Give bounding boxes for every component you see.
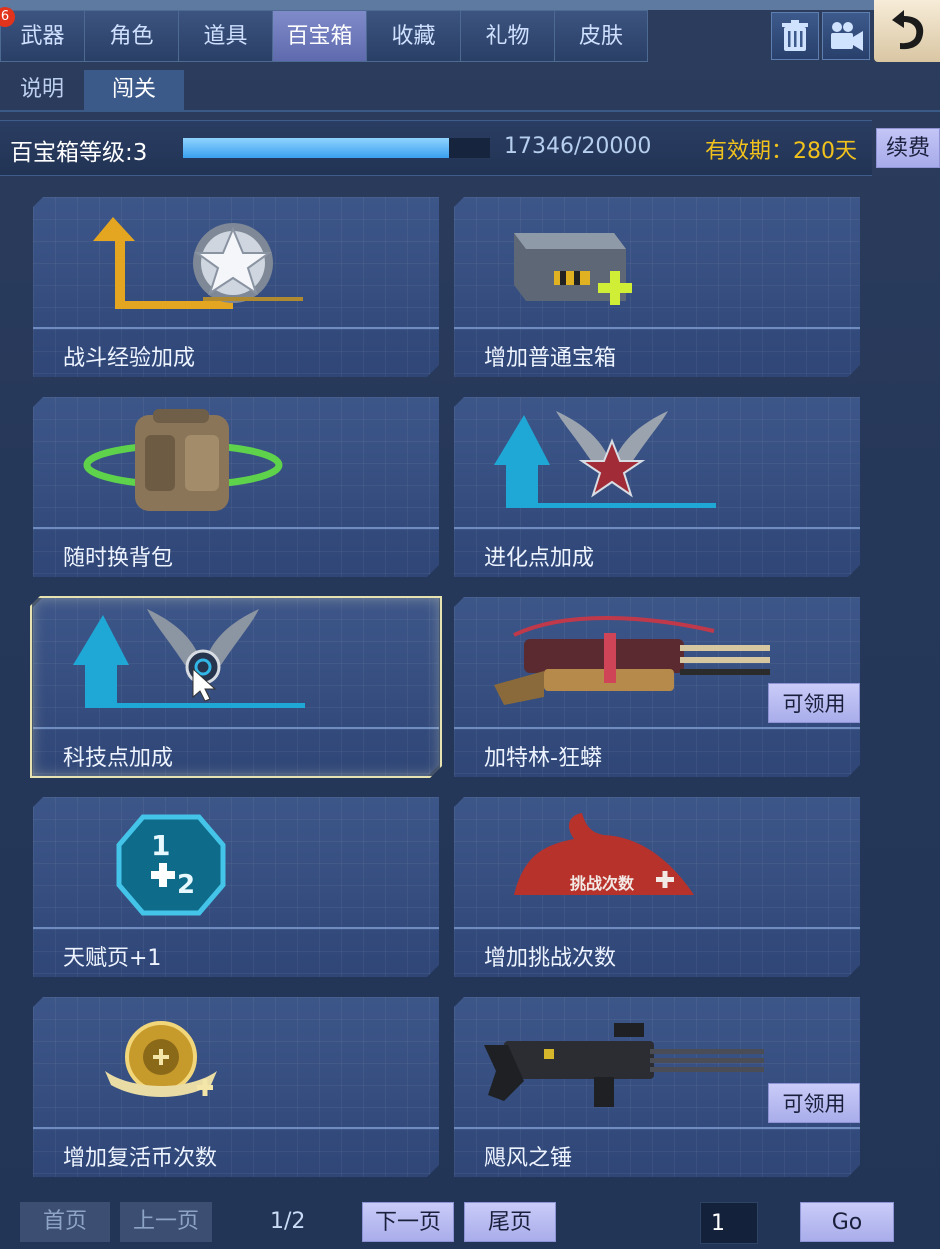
tab-collection[interactable]: 收藏: [366, 10, 460, 62]
tab-label: 礼物: [485, 24, 530, 49]
claim-button[interactable]: 可领用: [768, 1083, 860, 1123]
trash-icon: [782, 20, 808, 51]
item-name: 进化点加成: [484, 546, 595, 571]
validity-text: 有效期：280天: [705, 139, 857, 164]
card-divider: [33, 727, 439, 729]
revive-coin-icon: [73, 1005, 313, 1117]
item-name: 增加普通宝箱: [484, 346, 617, 371]
item-card[interactable]: 随时换背包: [33, 397, 439, 577]
tab-weapons[interactable]: 6 武器: [0, 7, 84, 62]
level-progress-fill: [183, 138, 450, 158]
item-card[interactable]: 可领用 飓风之锤: [454, 997, 860, 1177]
chest-plus-icon: [494, 205, 734, 317]
item-name: 飓风之锤: [484, 1146, 573, 1171]
go-button[interactable]: Go: [800, 1202, 894, 1242]
evolution-point-icon: [494, 405, 734, 517]
card-divider: [454, 927, 860, 929]
card-divider: [454, 727, 860, 729]
level-progress-bar: [183, 138, 490, 158]
treasure-level-bar: 百宝箱等级:3 17346/20000 有效期：280天: [0, 120, 872, 176]
tab-gifts[interactable]: 礼物: [460, 10, 554, 62]
first-page-button[interactable]: 首页: [20, 1202, 110, 1242]
card-divider: [33, 927, 439, 929]
svg-text:1: 1: [151, 829, 170, 862]
item-name: 科技点加成: [63, 746, 174, 771]
item-card[interactable]: 进化点加成: [454, 397, 860, 577]
gatling-python-icon: [484, 605, 774, 717]
challenge-count-icon: 挑战次数: [494, 805, 734, 917]
notification-badge: 6: [0, 7, 15, 27]
tab-label: 角色: [109, 24, 154, 49]
svg-text:挑战次数: 挑战次数: [570, 874, 635, 893]
page-indicator: 1/2: [270, 1209, 306, 1234]
subtab-challenge[interactable]: 闯关: [84, 70, 185, 110]
item-name: 战斗经验加成: [63, 346, 196, 371]
item-name: 增加挑战次数: [484, 946, 617, 971]
item-card[interactable]: 增加普通宝箱: [454, 197, 860, 377]
back-arrow-icon: [892, 10, 924, 50]
hurricane-hammer-icon: [474, 1005, 764, 1117]
level-progress-text: 17346/20000: [504, 134, 652, 159]
tab-label: 百宝箱: [286, 24, 353, 49]
item-name: 随时换背包: [63, 546, 174, 571]
item-card[interactable]: 挑战次数 增加挑战次数: [454, 797, 860, 977]
tab-characters[interactable]: 角色: [84, 10, 178, 62]
card-divider: [454, 527, 860, 529]
tab-label: 皮肤: [578, 24, 623, 49]
tab-treasure-box[interactable]: 百宝箱: [272, 10, 366, 62]
card-divider: [33, 527, 439, 529]
video-button[interactable]: [822, 12, 870, 60]
tech-point-icon: [73, 605, 313, 717]
tab-label: 道具: [203, 24, 248, 49]
tab-label: 武器: [20, 24, 65, 49]
next-page-button[interactable]: 下一页: [362, 1202, 454, 1242]
svg-text:2: 2: [177, 870, 195, 900]
subtab-description[interactable]: 说明: [0, 70, 84, 110]
tab-items[interactable]: 道具: [178, 10, 272, 62]
item-card[interactable]: 科技点加成: [33, 597, 439, 777]
backpack-swap-icon: [73, 405, 313, 517]
sub-tab-bar: 说明 闯关: [0, 70, 185, 110]
item-card[interactable]: 战斗经验加成: [33, 197, 439, 377]
divider: [0, 110, 940, 112]
page-number-input[interactable]: [700, 1202, 758, 1244]
item-card[interactable]: 可领用 加特林-狂蟒: [454, 597, 860, 777]
video-camera-icon: [831, 22, 863, 51]
exp-boost-icon: [73, 205, 313, 317]
card-divider: [33, 1127, 439, 1129]
item-name: 增加复活币次数: [63, 1146, 218, 1171]
card-divider: [454, 327, 860, 329]
back-button[interactable]: [874, 0, 940, 62]
trash-button[interactable]: [771, 12, 819, 60]
tab-label: 收藏: [391, 24, 436, 49]
talent-page-icon: 1 2: [73, 805, 313, 917]
level-label: 百宝箱等级:3: [10, 140, 148, 166]
prev-page-button[interactable]: 上一页: [120, 1202, 212, 1242]
tab-skins[interactable]: 皮肤: [554, 10, 648, 62]
item-card[interactable]: 1 2 天赋页+1: [33, 797, 439, 977]
card-divider: [33, 327, 439, 329]
card-divider: [454, 1127, 860, 1129]
item-name: 天赋页+1: [63, 946, 162, 971]
top-strip: [0, 0, 940, 10]
renew-button[interactable]: 续费: [876, 128, 940, 168]
item-card[interactable]: 增加复活币次数: [33, 997, 439, 1177]
claim-button[interactable]: 可领用: [768, 683, 860, 723]
item-name: 加特林-狂蟒: [484, 746, 602, 771]
last-page-button[interactable]: 尾页: [464, 1202, 556, 1242]
main-tab-bar: 6 武器 角色 道具 百宝箱 收藏 礼物 皮肤: [0, 7, 648, 62]
